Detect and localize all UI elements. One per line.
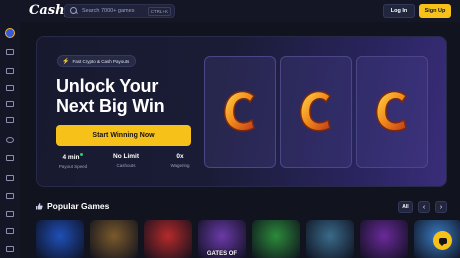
- sidebar-item-support-icon[interactable]: [6, 246, 14, 252]
- sidebar-item-vip-icon[interactable]: [6, 211, 14, 217]
- chat-icon: [438, 237, 447, 246]
- payout-badge-label: Fast Crypto & Cash Payouts: [72, 58, 130, 64]
- game-card-title: GATES OF: [206, 251, 238, 257]
- game-card[interactable]: [90, 220, 138, 258]
- sidebar-item-crash-icon[interactable]: [6, 155, 14, 161]
- sidebar: [0, 22, 20, 258]
- hero-headline: Unlock Your Next Big Win: [56, 76, 165, 116]
- sidebar-item-promotions-icon[interactable]: [6, 193, 14, 199]
- search-placeholder: Search 7000+ games: [82, 8, 135, 14]
- bolt-icon: ⚡: [62, 58, 70, 65]
- game-card[interactable]: [144, 220, 192, 258]
- stat-label: Wagering: [170, 163, 190, 168]
- login-button[interactable]: Log In: [383, 4, 415, 18]
- sidebar-item-gift-icon[interactable]: [6, 175, 14, 181]
- game-card[interactable]: GATES OF: [198, 220, 246, 258]
- search-input[interactable]: Search 7000+ games CTRL+K: [64, 4, 175, 18]
- chevron-right-icon[interactable]: ›: [435, 201, 447, 213]
- stat-wagering: 0x Wagering: [155, 153, 205, 168]
- cashy-c-icon: [223, 90, 255, 132]
- stat-payout-speed: 4 min Payout Speed: [48, 153, 98, 169]
- hero-headline-line2: Next Big Win: [56, 95, 165, 116]
- game-card[interactable]: [252, 220, 300, 258]
- slot-reel: [356, 56, 428, 168]
- sidebar-item-cards-icon[interactable]: [6, 117, 14, 123]
- cashy-c-icon: [299, 90, 331, 132]
- view-all-button[interactable]: All: [398, 201, 413, 213]
- sidebar-item-sports-icon[interactable]: [6, 49, 14, 55]
- sidebar-item-headset-icon[interactable]: [6, 101, 14, 107]
- popular-games-heading: Popular Games: [35, 201, 109, 211]
- search-shortcut-badge: CTRL+K: [147, 6, 171, 16]
- sidebar-item-clock-icon[interactable]: [6, 137, 14, 143]
- sidebar-item-live-casino-icon[interactable]: [6, 85, 14, 91]
- sidebar-item-casino-chip-icon[interactable]: [5, 28, 15, 38]
- slot-reel: [280, 56, 352, 168]
- stat-cashouts: No Limit Cashouts: [101, 153, 151, 168]
- game-card[interactable]: [36, 220, 84, 258]
- stat-value: No Limit: [113, 153, 139, 160]
- search-icon: [69, 6, 79, 16]
- game-card[interactable]: [306, 220, 354, 258]
- hero-headline-line1: Unlock Your: [56, 76, 159, 96]
- stat-label: Payout Speed: [58, 164, 88, 169]
- start-winning-button[interactable]: Start Winning Now: [56, 125, 191, 146]
- chat-support-button[interactable]: [433, 231, 452, 250]
- live-dot-icon: [80, 153, 84, 156]
- game-card[interactable]: [360, 220, 408, 258]
- sidebar-item-news-icon[interactable]: [6, 228, 14, 234]
- stat-value: 0x: [176, 153, 184, 160]
- sidebar-item-slots-icon[interactable]: [6, 68, 14, 74]
- popular-games-title: Popular Games: [47, 201, 110, 211]
- stat-value: 4 min: [48, 153, 98, 161]
- cashy-c-icon: [375, 90, 407, 132]
- top-bar: Cashy Search 7000+ games CTRL+K Log In S…: [0, 0, 460, 22]
- thumbs-up-icon: [36, 203, 43, 210]
- slot-reel: [204, 56, 276, 168]
- chevron-left-icon[interactable]: ‹: [418, 201, 430, 213]
- stat-label: Cashouts: [116, 163, 136, 168]
- signup-button[interactable]: Sign Up: [419, 4, 451, 18]
- hero-banner: ⚡ Fast Crypto & Cash Payouts Unlock Your…: [36, 36, 447, 187]
- payout-badge: ⚡ Fast Crypto & Cash Payouts: [57, 55, 137, 67]
